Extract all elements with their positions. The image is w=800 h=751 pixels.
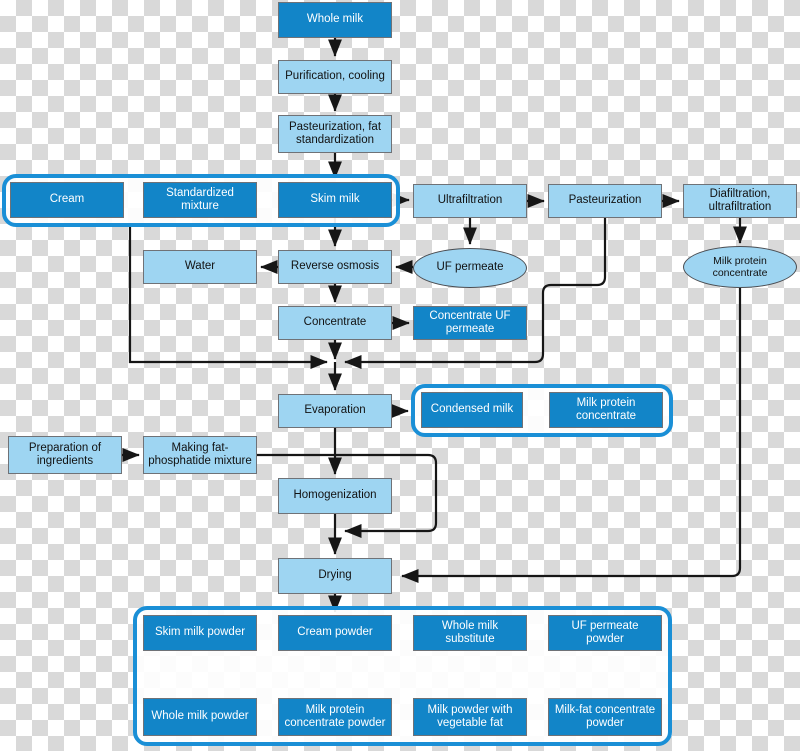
node-label: UF permeate [436, 261, 504, 274]
node-concentrate-uf-permeate[interactable]: Concentrate UF permeate [413, 306, 527, 340]
node-label: Concentrate UF permeate [429, 309, 511, 335]
node-label: Purification, cooling [285, 70, 385, 83]
node-milk-protein-concentrate-ellipse[interactable]: Milk protein concentrate [683, 246, 797, 288]
node-milk-protein-concentrate[interactable]: Milk protein concentrate [549, 392, 663, 428]
node-label: Making fat-phosphatide mixture [148, 441, 252, 467]
node-uf-permeate[interactable]: UF permeate [413, 248, 527, 288]
node-label: Cream powder [297, 626, 373, 639]
node-label: Preparation of ingredients [28, 441, 102, 467]
node-label: Concentrate [303, 316, 367, 329]
node-whole-milk-substitute[interactable]: Whole milk substitute [413, 615, 527, 651]
node-whole-milk-powder[interactable]: Whole milk powder [143, 698, 257, 736]
node-cream-powder[interactable]: Cream powder [278, 615, 392, 651]
node-label: Ultrafiltration [437, 194, 503, 207]
node-diafiltration-ultrafiltration[interactable]: Diafiltration, ultrafiltration [683, 184, 797, 218]
node-skim-milk-powder[interactable]: Skim milk powder [143, 615, 257, 651]
node-label: Standardized mixture [166, 186, 234, 212]
node-water[interactable]: Water [143, 250, 257, 284]
node-cream[interactable]: Cream [10, 182, 124, 218]
node-label: Skim milk powder [154, 626, 246, 639]
node-label: Whole milk [306, 13, 364, 26]
node-label: Milk protein concentrate powder [284, 703, 386, 729]
node-purification-cooling[interactable]: Purification, cooling [278, 60, 392, 94]
edge-pasteurization-junction [344, 218, 607, 370]
node-label: Milk powder with vegetable fat [427, 703, 513, 729]
node-milk-protein-concentrate-powder[interactable]: Milk protein concentrate powder [278, 698, 392, 736]
node-drying[interactable]: Drying [278, 558, 392, 594]
node-pasteurization[interactable]: Pasteurization [548, 184, 662, 218]
node-label: Diafiltration, ultrafiltration [708, 187, 772, 213]
node-skim-milk[interactable]: Skim milk [278, 182, 392, 218]
node-label: Milk-fat concentrate powder [554, 703, 656, 729]
node-label: Cream [49, 193, 85, 206]
node-label: Pasteurization, fat standardization [288, 120, 382, 146]
node-whole-milk[interactable]: Whole milk [278, 2, 392, 38]
node-homogenization[interactable]: Homogenization [278, 478, 392, 514]
edge-cream-junction [128, 224, 328, 370]
flowchart-canvas: Whole milk Purification, cooling Pasteur… [0, 0, 800, 751]
node-label: Pasteurization [568, 194, 642, 207]
node-label: Reverse osmosis [290, 260, 380, 273]
node-label: Evaporation [304, 404, 366, 417]
node-pasteurization-fat-standardization[interactable]: Pasteurization, fat standardization [278, 115, 392, 153]
node-label: Whole milk substitute [441, 619, 499, 645]
node-uf-permeate-powder[interactable]: UF permeate powder [548, 615, 662, 651]
node-label: Milk protein concentrate [575, 396, 637, 422]
node-label: Drying [318, 569, 352, 582]
node-standardized-mixture[interactable]: Standardized mixture [143, 182, 257, 218]
node-label: Whole milk powder [151, 710, 249, 723]
node-preparation-of-ingredients[interactable]: Preparation of ingredients [8, 436, 122, 474]
node-label: Homogenization [293, 489, 377, 502]
node-making-fat-phosphatide-mixture[interactable]: Making fat-phosphatide mixture [143, 436, 257, 474]
node-label: Skim milk [310, 193, 360, 206]
node-milk-fat-concentrate-powder[interactable]: Milk-fat concentrate powder [548, 698, 662, 736]
node-concentrate[interactable]: Concentrate [278, 306, 392, 340]
node-milk-powder-with-vegetable-fat[interactable]: Milk powder with vegetable fat [413, 698, 527, 736]
node-label: Water [184, 260, 216, 273]
node-evaporation[interactable]: Evaporation [278, 394, 392, 428]
node-label: UF permeate powder [571, 619, 639, 645]
node-label: Condensed milk [430, 403, 514, 416]
node-condensed-milk[interactable]: Condensed milk [421, 392, 523, 428]
node-ultrafiltration[interactable]: Ultrafiltration [413, 184, 527, 218]
node-reverse-osmosis[interactable]: Reverse osmosis [278, 250, 392, 284]
node-label: Milk protein concentrate [712, 254, 768, 279]
